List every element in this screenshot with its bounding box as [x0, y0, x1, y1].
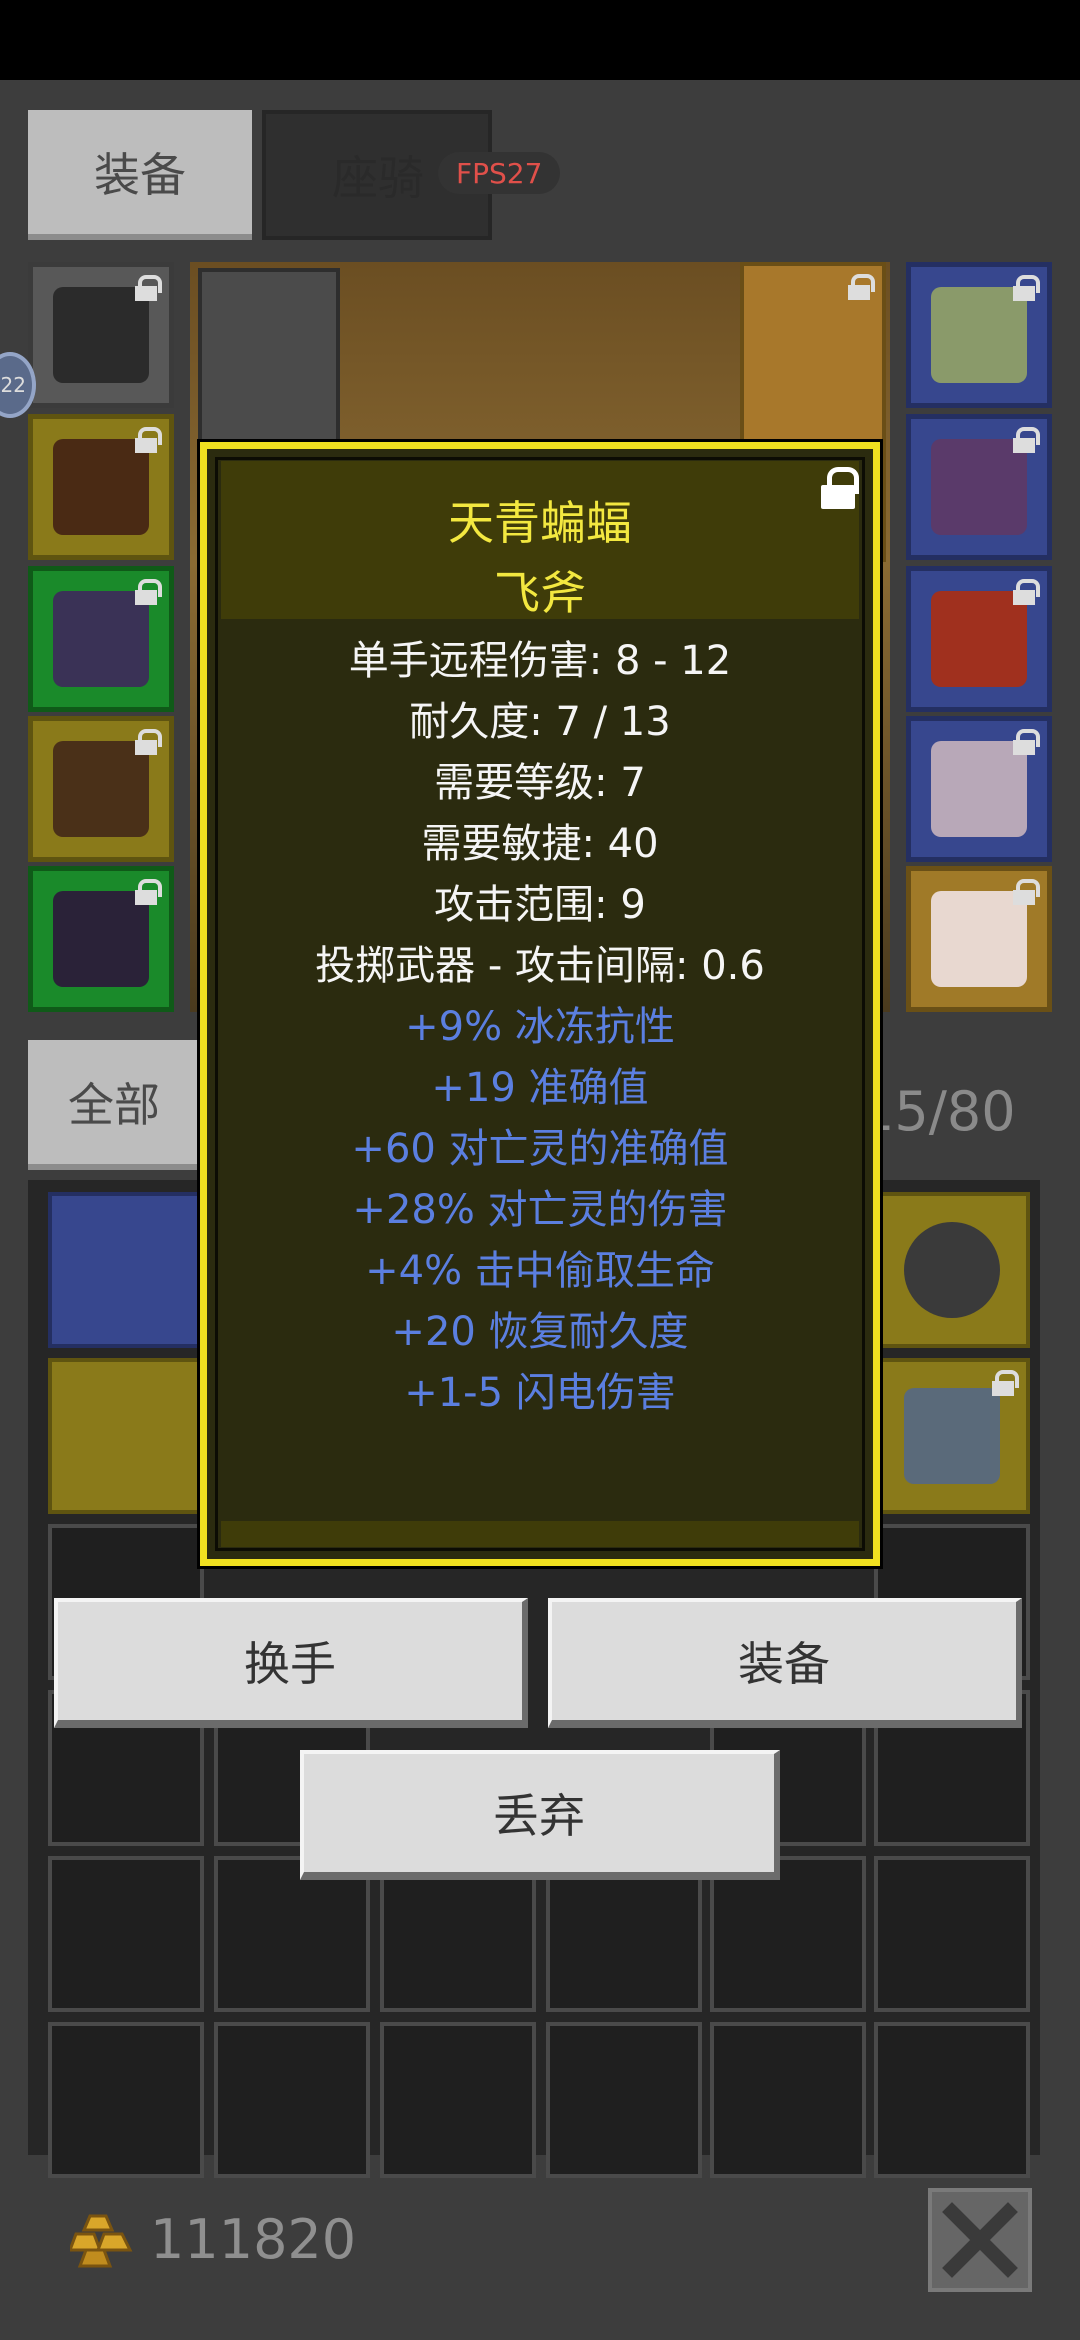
inventory-slot[interactable]: [214, 2022, 370, 2178]
equip-button[interactable]: 装备: [548, 1598, 1022, 1728]
lock-icon: [135, 729, 162, 755]
pet-icon: [931, 891, 1027, 987]
equip-slot-gloves[interactable]: [28, 566, 174, 712]
lock-icon: [135, 579, 162, 605]
drop-label: 丢弃: [493, 1789, 585, 1843]
swap-hand-button[interactable]: 换手: [54, 1598, 528, 1728]
status-bar: [0, 0, 1080, 80]
amulet-icon: [931, 287, 1027, 383]
fps-counter: FPS27: [438, 152, 561, 194]
item-modifier: +20 恢复耐久度: [391, 1309, 689, 1355]
item-footer: [221, 1521, 859, 1547]
lock-icon: [1013, 879, 1040, 905]
equip-slot-ring-2[interactable]: [906, 566, 1052, 712]
inventory-slot[interactable]: [380, 2022, 536, 2178]
lock-icon: [848, 274, 875, 300]
lock-icon: [135, 427, 162, 453]
equip-slot-belt[interactable]: [28, 866, 174, 1012]
armor-icon: [53, 439, 149, 535]
inventory-slot[interactable]: [48, 1358, 204, 1514]
axe-icon: [904, 1388, 1000, 1484]
gold-coins-icon: [70, 2214, 133, 2268]
lock-icon: [1013, 275, 1040, 301]
close-button[interactable]: [928, 2188, 1032, 2292]
tab-equipment-label: 装备: [94, 148, 186, 202]
boots-icon: [53, 741, 149, 837]
item-modifier: +1-5 闪电伤害: [404, 1370, 676, 1416]
filter-all-button[interactable]: 全部: [28, 1040, 200, 1170]
helmet-icon: [53, 287, 149, 383]
gold-amount: 111820: [150, 2208, 357, 2271]
item-type: 飞斧: [494, 566, 586, 620]
item-stat: 投掷武器 - 攻击间隔: 0.6: [315, 943, 765, 989]
tab-mount-label: 座骑: [332, 151, 424, 205]
equip-slot-amulet[interactable]: [906, 262, 1052, 408]
charm-icon: [931, 741, 1027, 837]
lock-icon: [1013, 427, 1040, 453]
inventory-slot[interactable]: [874, 1192, 1030, 1348]
item-modifier: +9% 冰冻抗性: [405, 1004, 675, 1050]
item-modifier: +4% 击中偷取生命: [365, 1248, 715, 1294]
item-stat: 攻击范围: 9: [434, 882, 646, 928]
item-stat: 耐久度: 7 / 13: [409, 699, 671, 745]
inventory-slot[interactable]: [874, 1856, 1030, 2012]
tab-equipment[interactable]: 装备: [28, 110, 252, 240]
drop-button[interactable]: 丢弃: [300, 1750, 780, 1880]
inventory-slot[interactable]: [48, 1192, 204, 1348]
lock-icon: [1013, 729, 1040, 755]
close-icon: [942, 2202, 1018, 2278]
item-modifier: +60 对亡灵的准确值: [351, 1126, 729, 1172]
item-stat: 单手远程伤害: 8 - 12: [348, 638, 732, 684]
inventory-slot[interactable]: [48, 2022, 204, 2178]
equip-slot-charm[interactable]: [906, 716, 1052, 862]
swap-hand-label: 换手: [244, 1637, 336, 1691]
equip-label: 装备: [738, 1637, 830, 1691]
lock-icon: [135, 275, 162, 301]
inventory-slot[interactable]: [874, 1358, 1030, 1514]
item-stats: 单手远程伤害: 8 - 12 耐久度: 7 / 13 需要等级: 7 需要敏捷:…: [207, 631, 873, 1424]
inventory-slot[interactable]: [710, 2022, 866, 2178]
equip-slot-pet[interactable]: [906, 866, 1052, 1012]
gloves-icon: [53, 591, 149, 687]
ring-icon: [931, 439, 1027, 535]
belt-icon: [53, 891, 149, 987]
inventory-slot[interactable]: [48, 1856, 204, 2012]
item-stat: 需要等级: 7: [434, 760, 646, 806]
item-name: 天青蝙蝠: [448, 496, 632, 550]
inventory-slot[interactable]: [546, 2022, 702, 2178]
equip-slot-helmet[interactable]: [28, 262, 174, 408]
item-modifier: +19 准确值: [431, 1065, 649, 1111]
equip-slot-boots[interactable]: [28, 716, 174, 862]
lock-icon: [992, 1370, 1019, 1396]
item-stat: 需要敏捷: 40: [421, 821, 659, 867]
inventory-slot[interactable]: [874, 2022, 1030, 2178]
lock-icon: [1013, 579, 1040, 605]
bag-capacity: 15/80: [860, 1080, 1016, 1143]
lock-icon: [135, 879, 162, 905]
item-modifier: +28% 对亡灵的伤害: [352, 1187, 728, 1233]
equip-slot-ring-1[interactable]: [906, 414, 1052, 560]
filter-all-label: 全部: [68, 1078, 160, 1132]
shield-icon: [904, 1222, 1000, 1318]
ring-icon: [931, 591, 1027, 687]
equip-slot-armor[interactable]: [28, 414, 174, 560]
item-detail-popup: 天青蝙蝠 飞斧 单手远程伤害: 8 - 12 耐久度: 7 / 13 需要等级:…: [200, 442, 880, 1566]
